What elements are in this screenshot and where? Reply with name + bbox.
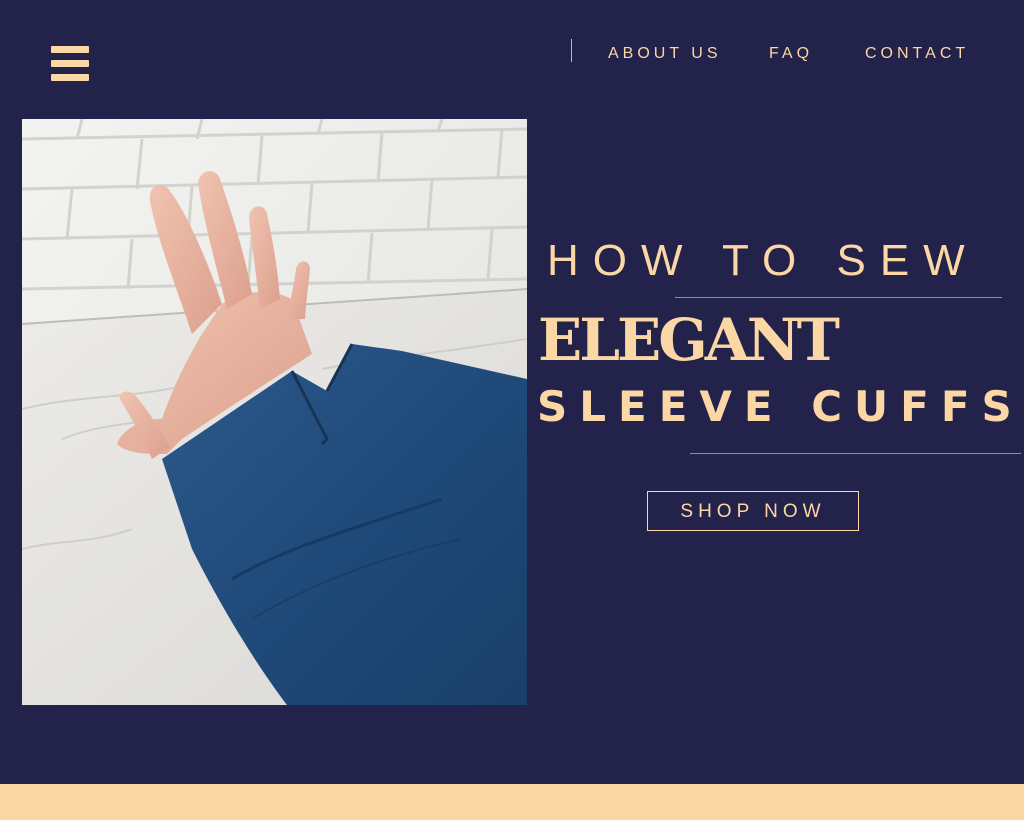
nav-link-faq[interactable]: FAQ <box>769 44 813 64</box>
menu-bar <box>51 60 89 67</box>
headline-elegant: ELEGANT <box>538 306 840 374</box>
footer-band <box>0 784 1024 820</box>
menu-bar <box>51 74 89 81</box>
shop-now-button[interactable]: SHOP NOW <box>647 491 859 531</box>
menu-bar <box>51 46 89 53</box>
nav-link-contact[interactable]: CONTACT <box>865 44 969 64</box>
hero-image <box>22 119 527 705</box>
headline-how-to-sew: HOW TO SEW <box>547 236 979 285</box>
hamburger-menu-icon[interactable] <box>51 46 89 82</box>
hand-with-denim-cuff-photo <box>22 119 527 705</box>
headline-divider-bottom <box>690 453 1021 454</box>
headline-divider-top <box>675 297 1002 298</box>
headline-sleeve-cuffs: SLEEVE CUFFS <box>537 382 1024 431</box>
nav-link-about[interactable]: ABOUT US <box>608 44 722 64</box>
nav-divider <box>571 39 572 62</box>
